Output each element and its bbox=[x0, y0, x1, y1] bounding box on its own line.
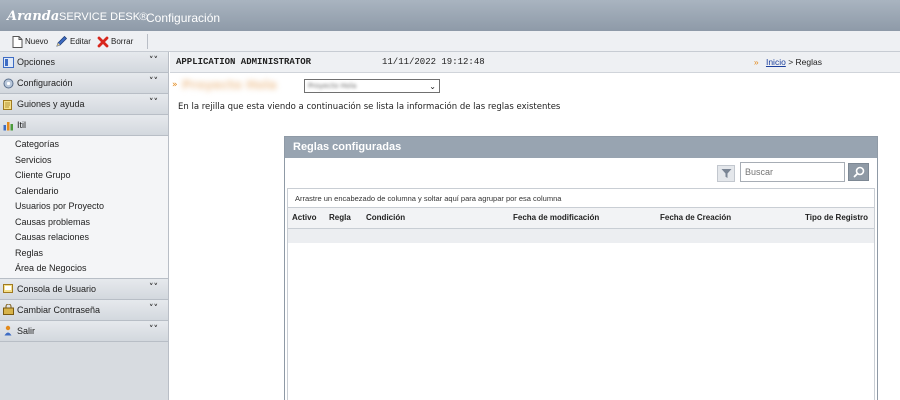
header-bar: APPLICATION ADMINISTRATOR 11/11/2022 19:… bbox=[170, 52, 900, 73]
sidebar-section-label: Salir bbox=[17, 325, 36, 336]
column-header-activo[interactable]: Activo bbox=[292, 213, 316, 222]
script-help-icon bbox=[3, 99, 12, 110]
rules-panel: Reglas configuradas Arrastre un encabeza… bbox=[284, 136, 878, 400]
filter-button[interactable] bbox=[717, 165, 735, 182]
product-name: SERVICE DESK bbox=[59, 11, 141, 23]
sidebar-item-usuarios-proyecto[interactable]: Usuarios por Proyecto bbox=[0, 199, 168, 215]
sidebar-section-label: Consola de Usuario bbox=[17, 283, 97, 294]
search-button[interactable] bbox=[848, 163, 869, 181]
column-header-fecha-creacion[interactable]: Fecha de Creación bbox=[660, 213, 731, 222]
filter-icon bbox=[721, 169, 731, 178]
sidebar-section-consola[interactable]: Consola de Usuario ˅˅ bbox=[0, 278, 168, 300]
delete-x-icon bbox=[97, 36, 109, 47]
sidebar: Opciones ˅˅ Configuración ˅˅ Guiones y a… bbox=[0, 52, 169, 400]
page-description: En la rejilla que esta viendo a continua… bbox=[178, 102, 561, 112]
sidebar-section-configuracion[interactable]: Configuración ˅˅ bbox=[0, 73, 168, 94]
user-console-icon bbox=[3, 284, 13, 293]
project-name: Proyecto Hola bbox=[182, 78, 277, 92]
search-icon bbox=[853, 166, 864, 178]
column-header-tipo-registro[interactable]: Tipo de Registro bbox=[805, 213, 868, 222]
sidebar-item-reglas[interactable]: Reglas bbox=[0, 246, 168, 262]
gear-icon bbox=[3, 78, 14, 88]
column-header-condicion[interactable]: Condición bbox=[366, 213, 405, 222]
sidebar-section-label: Itil bbox=[17, 120, 26, 130]
breadcrumb-current: Reglas bbox=[795, 57, 822, 67]
column-header-fecha-modificacion[interactable]: Fecha de modificación bbox=[513, 213, 599, 222]
delete-button[interactable]: Borrar bbox=[97, 34, 133, 49]
toolbar: Nuevo Editar Borrar bbox=[0, 31, 900, 52]
chevron-down-icon[interactable]: ˅˅ bbox=[149, 56, 158, 66]
sidebar-item-causas-relaciones[interactable]: Causas relaciones bbox=[0, 230, 168, 246]
project-select[interactable]: Proyecto Hola ⌄ bbox=[304, 79, 440, 93]
table-row bbox=[288, 229, 874, 243]
pencil-icon bbox=[56, 35, 68, 47]
sidebar-item-servicios[interactable]: Servicios bbox=[0, 153, 168, 169]
sidebar-item-cliente-grupo[interactable]: Cliente Grupo bbox=[0, 168, 168, 184]
chevron-down-icon[interactable]: ˅˅ bbox=[149, 283, 158, 293]
current-user: APPLICATION ADMINISTRATOR bbox=[176, 57, 312, 67]
chevron-down-icon[interactable]: ˅˅ bbox=[149, 304, 158, 314]
sidebar-section-salir[interactable]: Salir ˅˅ bbox=[0, 320, 168, 342]
sidebar-section-label: Cambiar Contraseña bbox=[17, 304, 101, 315]
rules-grid: Arrastre un encabezado de columna y solt… bbox=[287, 188, 875, 400]
delete-label: Borrar bbox=[111, 37, 134, 46]
sidebar-section-itil[interactable]: Itil bbox=[0, 115, 168, 136]
breadcrumb-separator: > bbox=[788, 57, 794, 67]
sidebar-item-calendario[interactable]: Calendario bbox=[0, 184, 168, 200]
sidebar-item-causas-problemas[interactable]: Causas problemas bbox=[0, 215, 168, 231]
breadcrumb: » Inicio > Reglas bbox=[754, 57, 822, 67]
options-icon bbox=[3, 56, 14, 68]
toolbar-divider bbox=[147, 34, 148, 49]
exit-icon bbox=[4, 325, 12, 336]
app-title-bar: Aranda SERVICE DESK ® Configuración bbox=[0, 0, 900, 31]
column-header-regla[interactable]: Regla bbox=[329, 213, 351, 222]
chevron-down-icon: ⌄ bbox=[429, 82, 436, 91]
edit-button[interactable]: Editar bbox=[55, 34, 91, 49]
itil-icon bbox=[3, 121, 13, 130]
sidebar-section-cambiar-contrasena[interactable]: Cambiar Contraseña ˅˅ bbox=[0, 299, 168, 321]
new-label: Nuevo bbox=[25, 37, 49, 46]
new-document-icon bbox=[12, 35, 23, 48]
search-input[interactable] bbox=[740, 162, 845, 182]
sidebar-item-area-negocios[interactable]: Área de Negocios bbox=[0, 261, 168, 277]
breadcrumb-arrow-icon: » bbox=[753, 57, 759, 67]
chevron-down-icon[interactable]: ˅˅ bbox=[149, 98, 158, 108]
edit-label: Editar bbox=[70, 37, 91, 46]
project-select-value: Proyecto Hola bbox=[308, 82, 357, 90]
brand-logo: Aranda bbox=[7, 9, 60, 24]
grid-header-row: Activo Regla Condición Fecha de modifica… bbox=[288, 208, 874, 229]
current-datetime: 11/11/2022 19:12:48 bbox=[382, 57, 485, 67]
breadcrumb-home-link[interactable]: Inicio bbox=[766, 57, 786, 67]
sidebar-section-guiones[interactable]: Guiones y ayuda ˅˅ bbox=[0, 94, 168, 115]
sidebar-section-label: Guiones y ayuda bbox=[17, 99, 85, 109]
new-button[interactable]: Nuevo bbox=[12, 34, 48, 49]
sidebar-section-label: Opciones bbox=[17, 57, 56, 67]
itil-item-list: Categorías Servicios Cliente Grupo Calen… bbox=[0, 136, 168, 279]
chevron-down-icon[interactable]: ˅˅ bbox=[149, 77, 158, 87]
project-arrow-icon: » bbox=[172, 80, 178, 90]
chevron-down-icon[interactable]: ˅˅ bbox=[149, 325, 158, 335]
group-drop-area[interactable]: Arrastre un encabezado de columna y solt… bbox=[288, 189, 874, 208]
module-title: Configuración bbox=[146, 11, 221, 25]
sidebar-section-label: Configuración bbox=[17, 78, 73, 88]
sidebar-item-categorias[interactable]: Categorías bbox=[0, 137, 168, 153]
change-password-icon bbox=[3, 304, 14, 315]
panel-title: Reglas configuradas bbox=[285, 137, 877, 158]
sidebar-section-opciones[interactable]: Opciones ˅˅ bbox=[0, 52, 168, 73]
